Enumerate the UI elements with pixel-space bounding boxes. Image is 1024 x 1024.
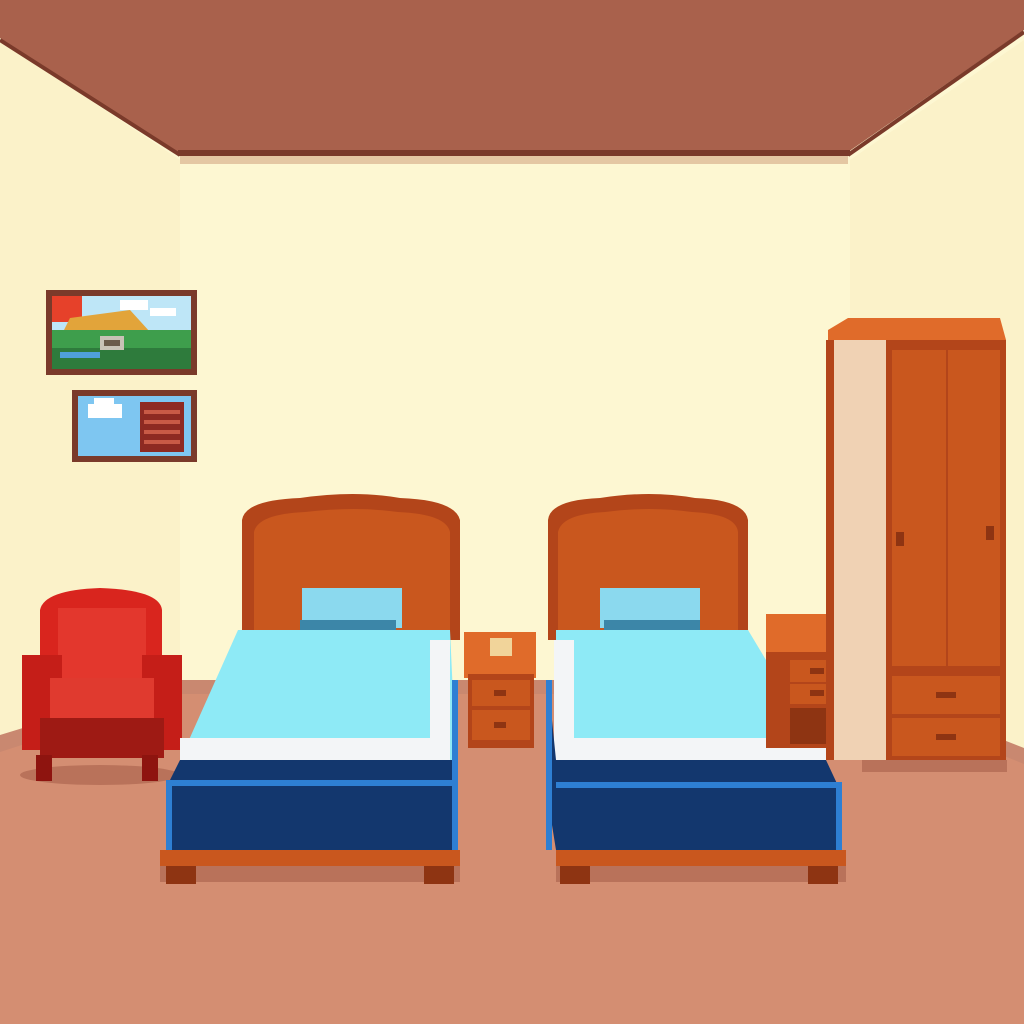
- doorknob-icon: [986, 526, 994, 540]
- sky-painting: [72, 390, 197, 462]
- armchair: [20, 588, 182, 785]
- ceiling-edge-back: [178, 150, 850, 156]
- crown-molding: [180, 156, 848, 164]
- nightstand: [464, 632, 536, 748]
- ceiling: [0, 0, 1024, 152]
- wardrobe: [826, 318, 1007, 772]
- landscape-painting: [46, 290, 197, 375]
- bedroom-scene: [0, 0, 1024, 1024]
- doorknob-icon: [896, 532, 904, 546]
